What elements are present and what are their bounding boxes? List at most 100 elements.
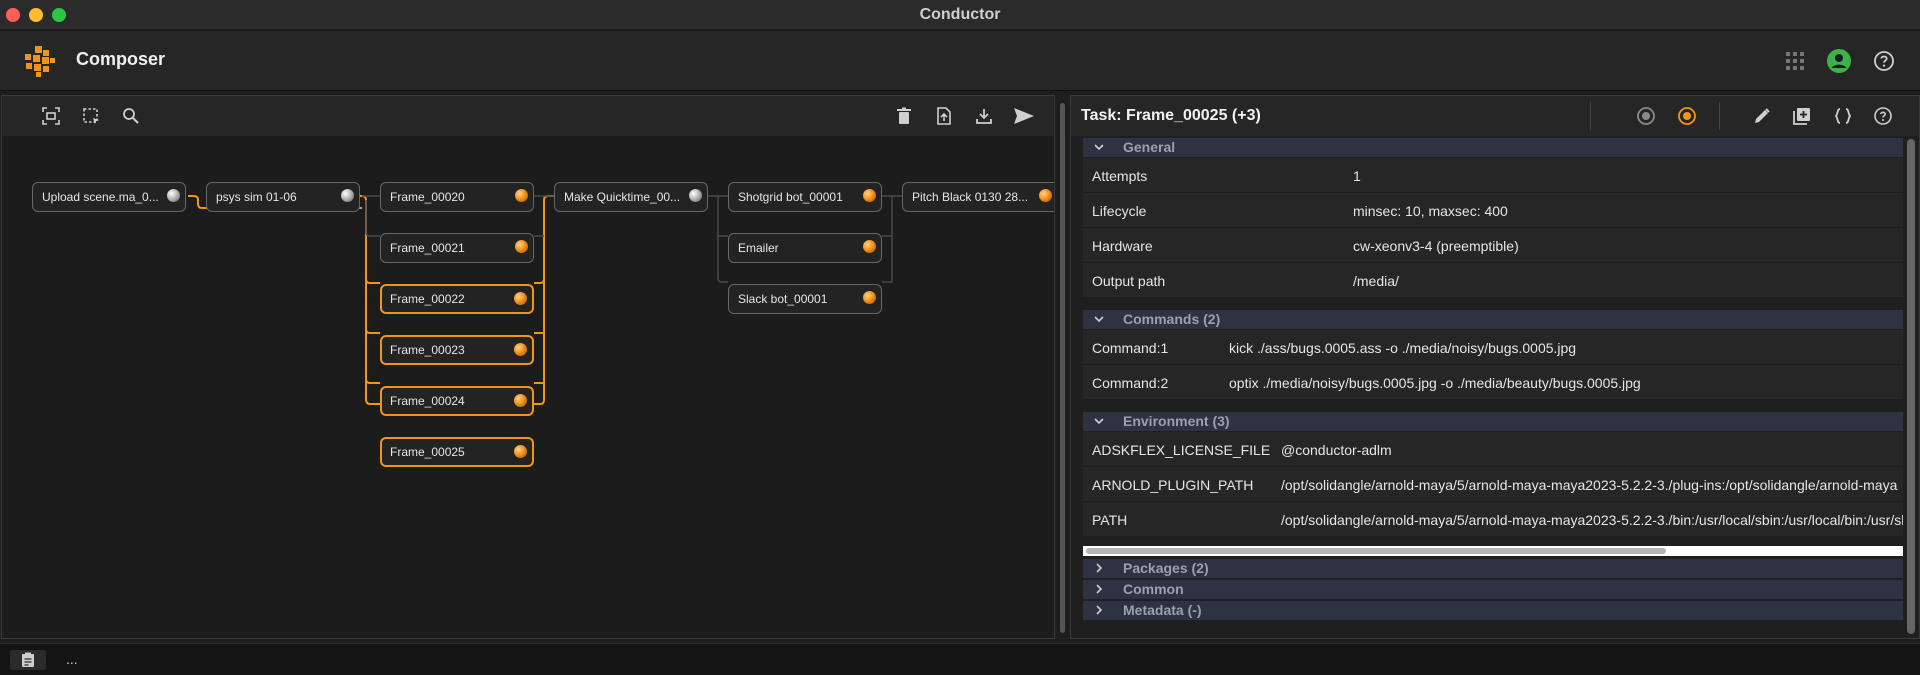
status-orange-icon[interactable] — [1676, 105, 1698, 127]
node-label: Frame_00025 — [390, 445, 465, 459]
status-indicator-icon — [863, 291, 876, 304]
edge-f22-quick — [534, 195, 554, 284]
node-label: Shotgrid bot_00001 — [738, 190, 843, 204]
node-graph-canvas[interactable]: Upload scene.ma_0... psys sim 01-06 Fram… — [2, 136, 1054, 638]
status-text: ... — [66, 651, 78, 667]
toolbar-divider — [1719, 102, 1720, 130]
vertical-scrollbar[interactable] — [1905, 137, 1917, 637]
status-indicator-icon — [863, 240, 876, 253]
graph-toolbar — [2, 96, 1054, 136]
grid-apps-icon[interactable] — [1782, 48, 1808, 74]
graph-node[interactable]: Frame_00020 — [380, 182, 534, 212]
node-label: Emailer — [738, 241, 779, 255]
select-region-icon[interactable] — [80, 105, 102, 127]
node-label: Frame_00022 — [390, 292, 465, 306]
section-title: Common — [1123, 581, 1184, 597]
section-title: Metadata (-) — [1123, 602, 1202, 618]
pane-splitter[interactable] — [1057, 95, 1069, 639]
section-title: Environment (3) — [1123, 413, 1230, 429]
search-icon[interactable] — [120, 105, 142, 127]
task-detail-pane: Task: Frame_00025 (+3) General Attempts … — [1070, 95, 1920, 639]
scrollbar-thumb[interactable] — [1086, 548, 1666, 554]
node-label: Slack bot_00001 — [738, 292, 828, 306]
property-key: ARNOLD_PLUGIN_PATH — [1092, 477, 1254, 493]
app-header: Composer — [0, 31, 1920, 91]
edge-f21 — [365, 200, 380, 237]
graph-node-selected[interactable]: Frame_00023 — [380, 335, 534, 365]
property-value: kick ./ass/bugs.0005.ass -o ./media/nois… — [1229, 340, 1577, 356]
task-title: Task: Frame_00025 (+3) — [1081, 107, 1261, 124]
edge-f22 — [365, 278, 380, 284]
account-circle-icon[interactable] — [1826, 48, 1852, 74]
chevron-down-icon — [1094, 316, 1104, 323]
section-general[interactable]: General — [1083, 138, 1903, 157]
environment-row: ADSKFLEX_LICENSE_FILE @conductor-adlm — [1083, 432, 1903, 467]
splitter-grip[interactable] — [1060, 103, 1065, 633]
graph-node[interactable]: psys sim 01-06 — [206, 182, 360, 212]
graph-node[interactable]: Emailer — [728, 233, 882, 263]
property-key: PATH — [1092, 512, 1128, 528]
property-value: /media/ — [1353, 273, 1399, 289]
section-metadata[interactable]: Metadata (-) — [1083, 601, 1903, 620]
section-packages[interactable]: Packages (2) — [1083, 559, 1903, 578]
add-to-queue-icon[interactable] — [1791, 105, 1813, 127]
horizontal-scrollbar[interactable] — [1083, 546, 1903, 556]
edit-pencil-icon[interactable] — [1751, 105, 1773, 127]
status-indicator-icon — [514, 292, 527, 305]
help-icon[interactable] — [1871, 48, 1897, 74]
trash-icon[interactable] — [893, 105, 915, 127]
section-common[interactable]: Common — [1083, 580, 1903, 599]
toolbar-divider — [1590, 102, 1591, 130]
property-value: @conductor-adlm — [1281, 442, 1392, 458]
property-value: minsec: 10, maxsec: 400 — [1353, 203, 1508, 219]
node-label: Frame_00020 — [390, 190, 465, 204]
clipboard-log-button[interactable] — [10, 650, 46, 670]
property-row: Attempts 1 — [1083, 158, 1903, 193]
conductor-logo-icon — [25, 46, 55, 77]
graph-node-selected[interactable]: Frame_00022 — [380, 284, 534, 314]
node-label: Pitch Black 0130 28... — [912, 190, 1029, 204]
graph-node[interactable]: Shotgrid bot_00001 — [728, 182, 882, 212]
edge-f23 — [365, 328, 380, 334]
status-indicator-icon — [1039, 189, 1052, 202]
environment-row: ARNOLD_PLUGIN_PATH /opt/solidangle/arnol… — [1083, 467, 1903, 502]
fit-view-icon[interactable] — [40, 105, 62, 127]
file-export-icon[interactable] — [933, 105, 955, 127]
command-row: Command:2 optix ./media/noisy/bugs.0005.… — [1083, 365, 1903, 400]
section-title: Packages (2) — [1123, 560, 1209, 576]
graph-node[interactable]: Slack bot_00001 — [728, 284, 882, 314]
code-braces-icon[interactable] — [1832, 105, 1854, 127]
property-key: Hardware — [1092, 238, 1153, 254]
help-icon[interactable] — [1872, 105, 1894, 127]
send-icon[interactable] — [1013, 105, 1035, 127]
chevron-down-icon — [1094, 418, 1104, 425]
property-row: Hardware cw-xeonv3-4 (preemptible) — [1083, 228, 1903, 263]
status-indicator-icon — [341, 189, 354, 202]
window-title: Conductor — [919, 6, 1001, 23]
section-environment[interactable]: Environment (3) — [1083, 412, 1903, 431]
scrollbar-thumb[interactable] — [1907, 139, 1915, 634]
graph-node[interactable]: Pitch Black 0130 28... — [902, 182, 1054, 212]
edge-f24 — [365, 378, 380, 384]
environment-row: PATH /opt/solidangle/arnold-maya/5/arnol… — [1083, 502, 1903, 537]
property-key: Command:1 — [1092, 340, 1169, 356]
clipboard-icon — [22, 652, 34, 667]
section-commands[interactable]: Commands (2) — [1083, 310, 1903, 329]
edge-psys-frames — [357, 195, 380, 405]
status-indicator-icon — [514, 394, 527, 407]
status-grey-icon[interactable] — [1635, 105, 1657, 127]
property-key: Attempts — [1092, 168, 1148, 184]
task-detail-header: Task: Frame_00025 (+3) — [1071, 96, 1919, 136]
property-row: Lifecycle minsec: 10, maxsec: 400 — [1083, 193, 1903, 228]
graph-node[interactable]: Frame_00021 — [380, 233, 534, 263]
graph-node[interactable]: Upload scene.ma_0... — [32, 182, 186, 212]
download-icon[interactable] — [973, 105, 995, 127]
graph-node[interactable]: Make Quicktime_00... — [554, 182, 708, 212]
status-indicator-icon — [514, 445, 527, 458]
graph-pane: Upload scene.ma_0... psys sim 01-06 Fram… — [1, 95, 1055, 639]
status-bar: ... — [0, 643, 1920, 675]
status-indicator-icon — [167, 189, 180, 202]
graph-node-selected[interactable]: Frame_00024 — [380, 386, 534, 416]
graph-node-selected[interactable]: Frame_00025 — [380, 437, 534, 467]
edge-f25-quick — [534, 279, 545, 405]
